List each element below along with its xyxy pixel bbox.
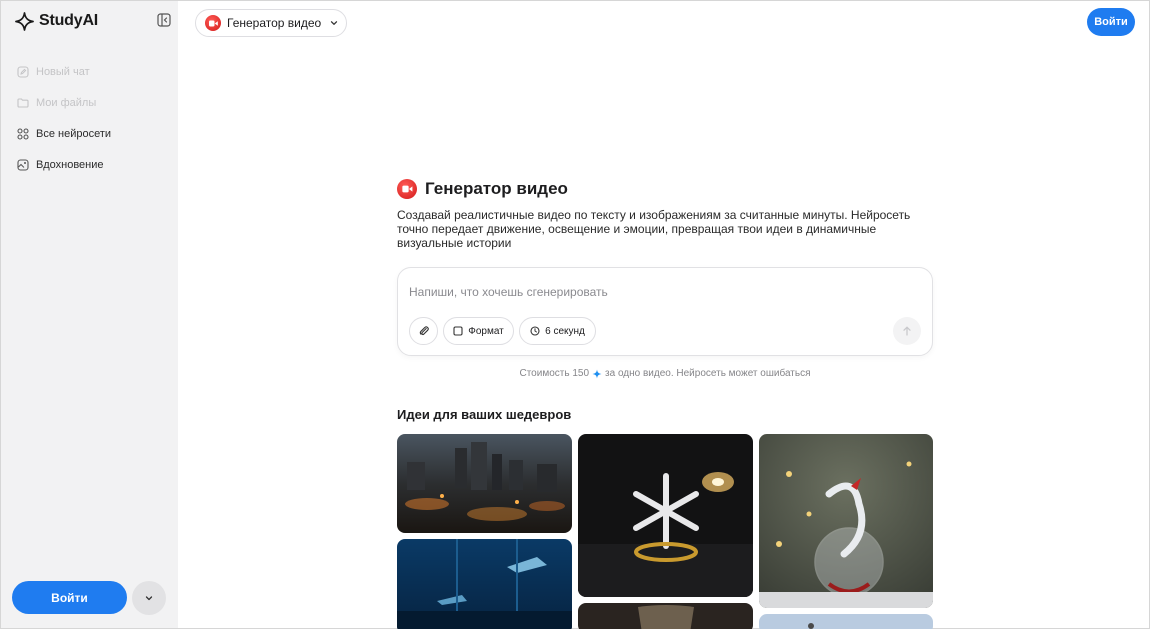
format-button[interactable]: Формат	[443, 317, 514, 345]
folder-icon	[17, 97, 29, 108]
sparkle-logo-icon	[15, 11, 34, 31]
cost-prefix: Стоимость 150	[519, 368, 590, 379]
sidebar-login-button[interactable]: Войти	[12, 581, 127, 614]
idea-thumbnail-sky-partial[interactable]	[759, 614, 933, 629]
image-icon	[17, 158, 29, 171]
idea-thumbnail-ruined-city[interactable]	[397, 434, 572, 533]
cost-suffix: за одно видео. Нейросеть может ошибаться	[605, 368, 811, 379]
sidebar-item-new-chat[interactable]: Новый чат	[17, 56, 167, 87]
sidebar-item-label: Все нейросети	[36, 127, 112, 140]
model-select-label: Генератор видео	[227, 16, 322, 30]
prompt-box: Формат 6 секунд	[397, 267, 933, 356]
idea-thumbnail-underwater-room[interactable]	[397, 539, 572, 629]
model-select[interactable]: Генератор видео	[195, 9, 347, 37]
attach-button[interactable]	[409, 317, 438, 345]
sidebar-item-all-networks[interactable]: Все нейросети	[17, 118, 167, 149]
cost-note: Стоимость 150 за одно видео. Нейросеть м…	[397, 368, 933, 379]
page-title: Генератор видео	[425, 179, 568, 198]
chevron-down-icon	[331, 21, 338, 25]
send-button[interactable]	[893, 317, 921, 345]
paperclip-icon	[419, 326, 429, 336]
ideas-section-title: Идеи для ваших шедевров	[397, 407, 572, 422]
grid-icon	[17, 127, 29, 140]
idea-thumbnail-glass-dragon[interactable]	[759, 434, 933, 608]
prompt-input[interactable]	[409, 284, 909, 300]
video-camera-icon	[205, 15, 221, 31]
collapse-sidebar-icon[interactable]	[157, 13, 171, 27]
logo[interactable]: StudyAI	[15, 11, 98, 31]
duration-button-label: 6 секунд	[545, 325, 585, 337]
sidebar-nav: Новый чат Мои файлы Все нейросети Вдохно…	[17, 56, 167, 180]
header-login-button[interactable]: Войти	[1087, 8, 1135, 36]
sparkle-credit-icon	[592, 369, 602, 378]
chevron-down-icon[interactable]	[132, 581, 166, 615]
sidebar-item-label: Новый чат	[36, 65, 90, 78]
sidebar-item-label: Вдохновение	[36, 158, 104, 171]
sidebar-item-my-files[interactable]: Мои файлы	[17, 87, 167, 118]
page-description: Создавай реалистичные видео по тексту и …	[397, 208, 911, 250]
square-format-icon	[453, 326, 463, 336]
video-camera-icon	[397, 179, 417, 199]
sidebar-item-label: Мои файлы	[36, 96, 97, 109]
arrow-up-icon	[903, 326, 911, 336]
format-button-label: Формат	[468, 325, 504, 337]
page-title-row: Генератор видео	[397, 179, 568, 199]
sidebar-item-inspiration[interactable]: Вдохновение	[17, 149, 167, 180]
clock-icon	[530, 326, 540, 336]
idea-thumbnail-snowflake-jewel[interactable]	[578, 434, 753, 597]
edit-icon	[17, 65, 29, 78]
idea-thumbnail-glass-partial[interactable]	[578, 603, 753, 629]
logo-text: StudyAI	[39, 12, 99, 29]
duration-button[interactable]: 6 секунд	[519, 317, 596, 345]
sidebar: StudyAI Новый чат Мои файлы Все нейросет…	[1, 1, 178, 628]
